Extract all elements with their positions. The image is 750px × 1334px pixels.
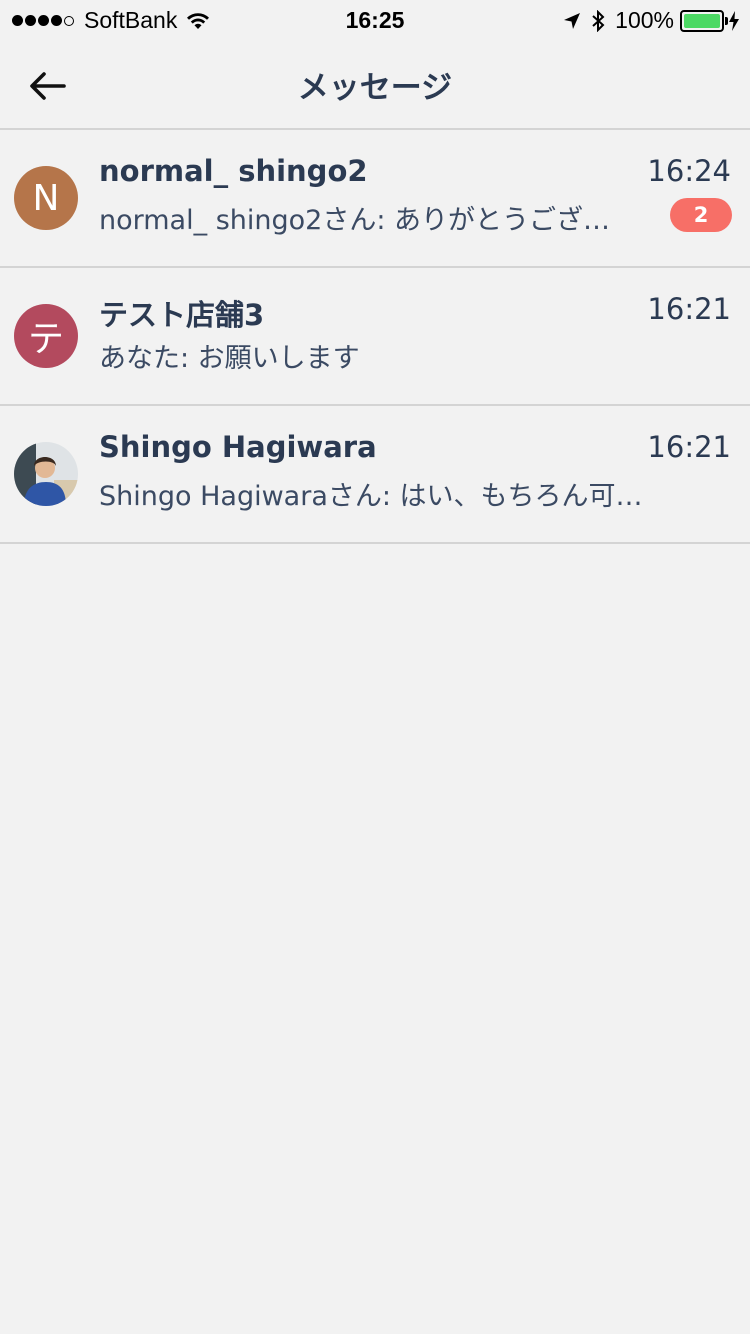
- conversation-time: 16:24: [647, 154, 731, 188]
- avatar: テ: [14, 304, 78, 368]
- conversation-row[interactable]: Shingo Hagiwara 16:21 Shingo Hagiwaraさん:…: [0, 406, 750, 544]
- battery-percentage: 100%: [615, 7, 674, 33]
- bluetooth-icon: [592, 9, 605, 32]
- battery-icon: [680, 9, 728, 32]
- message-preview: normal_ shingo2さん: ありがとうござ…: [99, 205, 610, 236]
- location-arrow-icon: [564, 12, 581, 29]
- charging-bolt-icon: [729, 10, 739, 31]
- status-bar: SoftBank 16:25 100%: [0, 0, 750, 40]
- message-preview: あなた: お願いします: [99, 343, 360, 374]
- avatar-letter: N: [32, 177, 60, 219]
- conversation-time: 16:21: [647, 430, 731, 464]
- page-title: メッセージ: [297, 70, 453, 106]
- conversation-time: 16:21: [647, 292, 731, 326]
- conversation-list: N normal_ shingo2 16:24 normal_ shingo2さ…: [0, 130, 750, 544]
- battery-fill: [684, 13, 720, 28]
- avatar-letter: テ: [27, 319, 64, 360]
- conversation-name: テスト店舗3: [99, 298, 265, 332]
- person-photo-icon: [14, 442, 78, 506]
- conversation-row[interactable]: テ テスト店舗3 16:21 あなた: お願いします: [0, 268, 750, 406]
- avatar-photo: [14, 442, 78, 506]
- status-right: 100%: [563, 7, 740, 34]
- unread-badge: 2: [670, 198, 732, 232]
- conversation-name: normal_ shingo2: [99, 154, 368, 188]
- avatar: N: [14, 166, 78, 230]
- message-preview: Shingo Hagiwaraさん: はい、もちろん可能…: [99, 481, 659, 512]
- conversation-name: Shingo Hagiwara: [99, 430, 377, 464]
- nav-bar: メッセージ: [0, 40, 750, 130]
- conversation-row[interactable]: N normal_ shingo2 16:24 normal_ shingo2さ…: [0, 130, 750, 268]
